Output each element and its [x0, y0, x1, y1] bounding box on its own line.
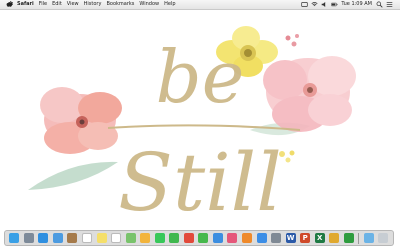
berry-3	[295, 34, 299, 38]
menu-app-name[interactable]: Safari	[17, 0, 34, 9]
word-icon[interactable]: W	[285, 233, 296, 243]
apple-menu-icon[interactable]	[6, 1, 13, 8]
mail-icon[interactable]	[52, 233, 63, 243]
flower-right	[263, 56, 356, 132]
messages-icon[interactable]	[154, 233, 165, 243]
safari-icon[interactable]	[38, 233, 49, 243]
menu-clock[interactable]: Tue 1:09 AM	[341, 0, 372, 9]
desktop-wallpaper: be Still	[0, 10, 400, 250]
maps-icon[interactable]	[125, 233, 136, 243]
menu-help[interactable]: Help	[164, 0, 175, 9]
wallpaper-text-be: be	[156, 35, 245, 119]
dock-separator	[358, 232, 360, 244]
yellow-dot-2	[285, 157, 291, 163]
menu-bar-left: Safari File Edit View History Bookmarks …	[0, 0, 181, 9]
dock: WPX	[4, 230, 394, 246]
notification-center-icon[interactable]	[386, 1, 393, 8]
yellow-dot-3	[289, 150, 295, 156]
onenote-icon[interactable]	[329, 233, 340, 243]
launchpad-icon[interactable]	[23, 233, 34, 243]
menu-window[interactable]: Window	[139, 0, 159, 9]
menu-history[interactable]: History	[84, 0, 102, 9]
powerpoint-icon[interactable]: P	[300, 233, 311, 243]
facetime-icon[interactable]	[169, 233, 180, 243]
excel-icon[interactable]: X	[314, 233, 325, 243]
photos-icon[interactable]	[140, 233, 151, 243]
chrome-icon[interactable]	[183, 233, 194, 243]
calendar-icon[interactable]	[82, 233, 92, 243]
app-store-icon[interactable]	[256, 233, 267, 243]
notes-icon[interactable]	[96, 233, 107, 243]
keynote-icon[interactable]	[212, 233, 223, 243]
contacts-icon[interactable]	[67, 233, 78, 243]
numbers-icon[interactable]	[198, 233, 209, 243]
menu-bookmarks[interactable]: Bookmarks	[106, 0, 134, 9]
menu-edit[interactable]: Edit	[52, 0, 62, 9]
xbox-icon[interactable]	[343, 233, 354, 243]
trash-icon[interactable]	[378, 233, 389, 243]
ibooks-icon[interactable]	[242, 233, 253, 243]
itunes-icon[interactable]	[227, 233, 238, 243]
berry-1	[285, 35, 291, 41]
volume-icon[interactable]	[321, 1, 328, 8]
menu-view[interactable]: View	[67, 0, 79, 9]
wifi-icon[interactable]	[311, 1, 318, 8]
berry-2	[291, 41, 297, 47]
menu-bar: Safari File Edit View History Bookmarks …	[0, 0, 400, 10]
menu-bar-right: Tue 1:09 AM	[301, 0, 396, 9]
wallpaper-artwork: be Still	[28, 26, 356, 229]
system-preferences-icon[interactable]	[271, 233, 282, 243]
leaf-left	[28, 161, 118, 190]
wallpaper-text-still: Still	[118, 136, 282, 229]
finder-icon[interactable]	[9, 233, 20, 243]
flower-left	[40, 87, 122, 154]
reminders-icon[interactable]	[111, 233, 122, 243]
menu-file[interactable]: File	[39, 0, 47, 9]
downloads-folder-icon[interactable]	[363, 233, 374, 243]
search-icon[interactable]	[376, 1, 383, 8]
battery-icon[interactable]	[331, 1, 338, 8]
cast-icon[interactable]	[301, 1, 308, 8]
